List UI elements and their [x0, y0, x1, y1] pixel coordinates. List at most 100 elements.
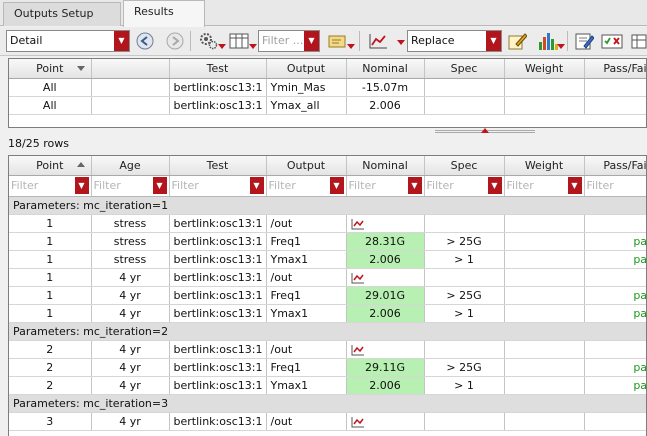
parameter-group-row[interactable]: Parameters: mc_iteration=2 — [9, 322, 646, 341]
filter-weight-input[interactable]: Filter ▼ — [507, 177, 582, 194]
table-layout-button[interactable] — [228, 30, 250, 52]
document-edit-icon — [575, 33, 594, 50]
col-header-weight[interactable]: Weight — [504, 156, 585, 176]
col-header-spec[interactable]: Spec — [424, 156, 505, 176]
table-row[interactable]: All bertlink:osc13:1 Ymax_all 2.006 — [9, 96, 646, 115]
cell-point: 1 — [9, 286, 92, 305]
filter-placeholder: Filter ... — [262, 34, 304, 47]
col-header-point[interactable]: Point — [9, 59, 92, 79]
splitter-up-icon[interactable] — [481, 128, 489, 133]
filter-age-input[interactable]: Filter ▼ — [94, 177, 167, 194]
table-icon — [229, 33, 249, 49]
col-header-pass-fail[interactable]: Pass/Fail — [584, 59, 646, 79]
filter-output-input[interactable]: Filter ▼ — [269, 177, 344, 194]
parameter-group-row[interactable]: Parameters: mc_iteration=3 — [9, 394, 646, 413]
annotate-dropdown-icon[interactable] — [347, 44, 355, 49]
col-header-nominal[interactable]: Nominal — [346, 59, 425, 79]
annotate-button[interactable] — [326, 30, 348, 52]
table-row[interactable]: 24 yrbertlink:osc13:1Freq129.11G> 25G pas… — [9, 358, 646, 377]
col-header-output[interactable]: Output — [266, 156, 347, 176]
col-header-test[interactable]: Test — [169, 59, 267, 79]
plot-button[interactable] — [367, 30, 389, 52]
chevron-down-icon: ▼ — [304, 31, 319, 51]
table-row[interactable]: 14 yr bertlink:osc13:1/out — [9, 268, 646, 287]
filter-pass-fail-input[interactable]: Filter — [587, 177, 647, 194]
table-row[interactable]: 34 yr bertlink:osc13:1/out — [9, 412, 646, 431]
table-row[interactable]: 24 yr bertlink:osc13:1/out — [9, 340, 646, 359]
row-count: 18/25 rows — [8, 137, 69, 150]
tab-results[interactable]: Results — [123, 0, 205, 27]
gears-icon — [200, 33, 218, 50]
col-header-point[interactable]: Point — [9, 156, 92, 176]
cell-nominal[interactable] — [346, 268, 425, 287]
table-row[interactable]: 24 yrbertlink:osc13:1Ymax12.006> 1 pass — [9, 376, 646, 395]
table-row[interactable]: 14 yrbertlink:osc13:1Ymax12.006> 1 pass — [9, 304, 646, 323]
cell-test: bertlink:osc13:1 — [169, 250, 267, 269]
col-header-spec[interactable]: Spec — [424, 59, 505, 79]
filter-nominal-input[interactable]: Filter ▼ — [349, 177, 422, 194]
col-header-weight[interactable]: Weight — [504, 59, 585, 79]
chevron-down-icon[interactable]: ▼ — [407, 177, 422, 194]
cell-pass-fail: pass — [584, 232, 646, 251]
table-row[interactable]: 14 yrbertlink:osc13:1Freq129.01G> 25G pas… — [9, 286, 646, 305]
cell-point: 1 — [9, 304, 92, 323]
filter-test-input[interactable]: Filter ▼ — [172, 177, 264, 194]
col-header-test[interactable]: Test — [169, 156, 267, 176]
forward-button[interactable] — [164, 30, 186, 52]
plot-mode-select[interactable]: Replace ▼ — [407, 30, 502, 52]
col-header-pass-fail[interactable]: Pass/Fail — [584, 156, 646, 176]
cell-age: stress — [91, 250, 170, 269]
compare-button[interactable] — [601, 30, 623, 52]
cell-nominal[interactable] — [346, 340, 425, 359]
col-header-age[interactable]: Age — [91, 156, 170, 176]
cell-output: /out — [266, 340, 347, 359]
more-button[interactable] — [628, 30, 647, 52]
col-header-blank[interactable] — [91, 59, 170, 79]
chevron-down-icon[interactable]: ▼ — [329, 177, 344, 194]
cell-nominal[interactable] — [346, 412, 425, 431]
table-row[interactable]: 1 stress bertlink:osc13:1 Freq1 28.31G > 25G p… — [9, 232, 646, 251]
back-button[interactable] — [134, 30, 156, 52]
edit-button[interactable] — [506, 30, 528, 52]
cell-age: 4 yr — [91, 304, 170, 323]
results-filter-input[interactable]: Filter ... ▼ — [258, 30, 320, 52]
histogram-dropdown-icon[interactable] — [557, 44, 565, 49]
cell-age: 4 yr — [91, 286, 170, 305]
chevron-down-icon[interactable]: ▼ — [567, 177, 582, 194]
plot-dropdown-icon[interactable] — [397, 40, 405, 45]
cell-weight — [504, 358, 585, 377]
cell-nominal[interactable] — [346, 214, 425, 233]
waveform-plot-icon[interactable] — [351, 344, 365, 356]
settings-dropdown-icon[interactable] — [218, 44, 226, 49]
parameter-group-row[interactable]: Parameters: mc_iteration=1 — [9, 196, 646, 215]
col-header-output[interactable]: Output — [266, 59, 347, 79]
chevron-down-icon[interactable]: ▼ — [74, 177, 89, 194]
cell-weight — [504, 232, 585, 251]
settings-button[interactable] — [197, 30, 219, 52]
waveform-plot-icon[interactable] — [351, 272, 365, 284]
filter-spec-input[interactable]: Filter ▼ — [427, 177, 502, 194]
cell-nominal: 29.01G — [346, 286, 425, 305]
sort-down-icon[interactable] — [76, 66, 85, 71]
filter-point-input[interactable]: Filter ▼ — [11, 177, 89, 194]
cell-spec: > 1 — [424, 250, 505, 269]
tab-outputs-setup[interactable]: Outputs Setup — [3, 2, 121, 26]
report-button[interactable] — [573, 30, 595, 52]
chevron-down-icon[interactable]: ▼ — [249, 177, 264, 194]
cell-spec: > 25G — [424, 358, 505, 377]
chevron-down-icon[interactable]: ▼ — [152, 177, 167, 194]
view-select[interactable]: Detail ▼ — [6, 30, 130, 52]
table-row[interactable]: All bertlink:osc13:1 Ymin_Mas -15.07m — [9, 78, 646, 97]
waveform-plot-icon[interactable] — [351, 218, 365, 230]
waveform-plot-icon[interactable] — [351, 416, 365, 428]
table-row[interactable]: 1stressbertlink:osc13:1Ymax12.006> 1 pass — [9, 250, 646, 269]
chevron-down-icon[interactable]: ▼ — [487, 177, 502, 194]
col-header-nominal[interactable]: Nominal — [346, 156, 425, 176]
table-row[interactable]: 1 stress bertlink:osc13:1/out — [9, 214, 646, 233]
back-arrow-icon — [136, 32, 154, 50]
sort-up-icon[interactable] — [76, 162, 85, 167]
cell-age: 4 yr — [91, 412, 170, 431]
table-dropdown-icon[interactable] — [249, 44, 257, 49]
pane-splitter[interactable] — [0, 128, 647, 136]
histogram-button[interactable] — [537, 30, 559, 52]
